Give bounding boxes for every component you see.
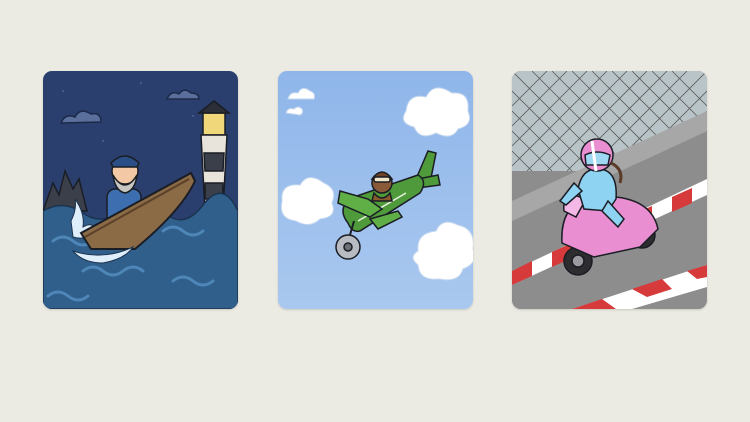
fisherman-boat-illustration <box>43 71 238 309</box>
pilot-airplane-illustration <box>278 71 473 309</box>
scene-card-fisherman[interactable] <box>43 71 238 309</box>
rider-motorbike-illustration <box>512 71 707 309</box>
scene-card-pilot[interactable] <box>278 71 473 309</box>
scene-card-rider[interactable] <box>512 71 707 309</box>
